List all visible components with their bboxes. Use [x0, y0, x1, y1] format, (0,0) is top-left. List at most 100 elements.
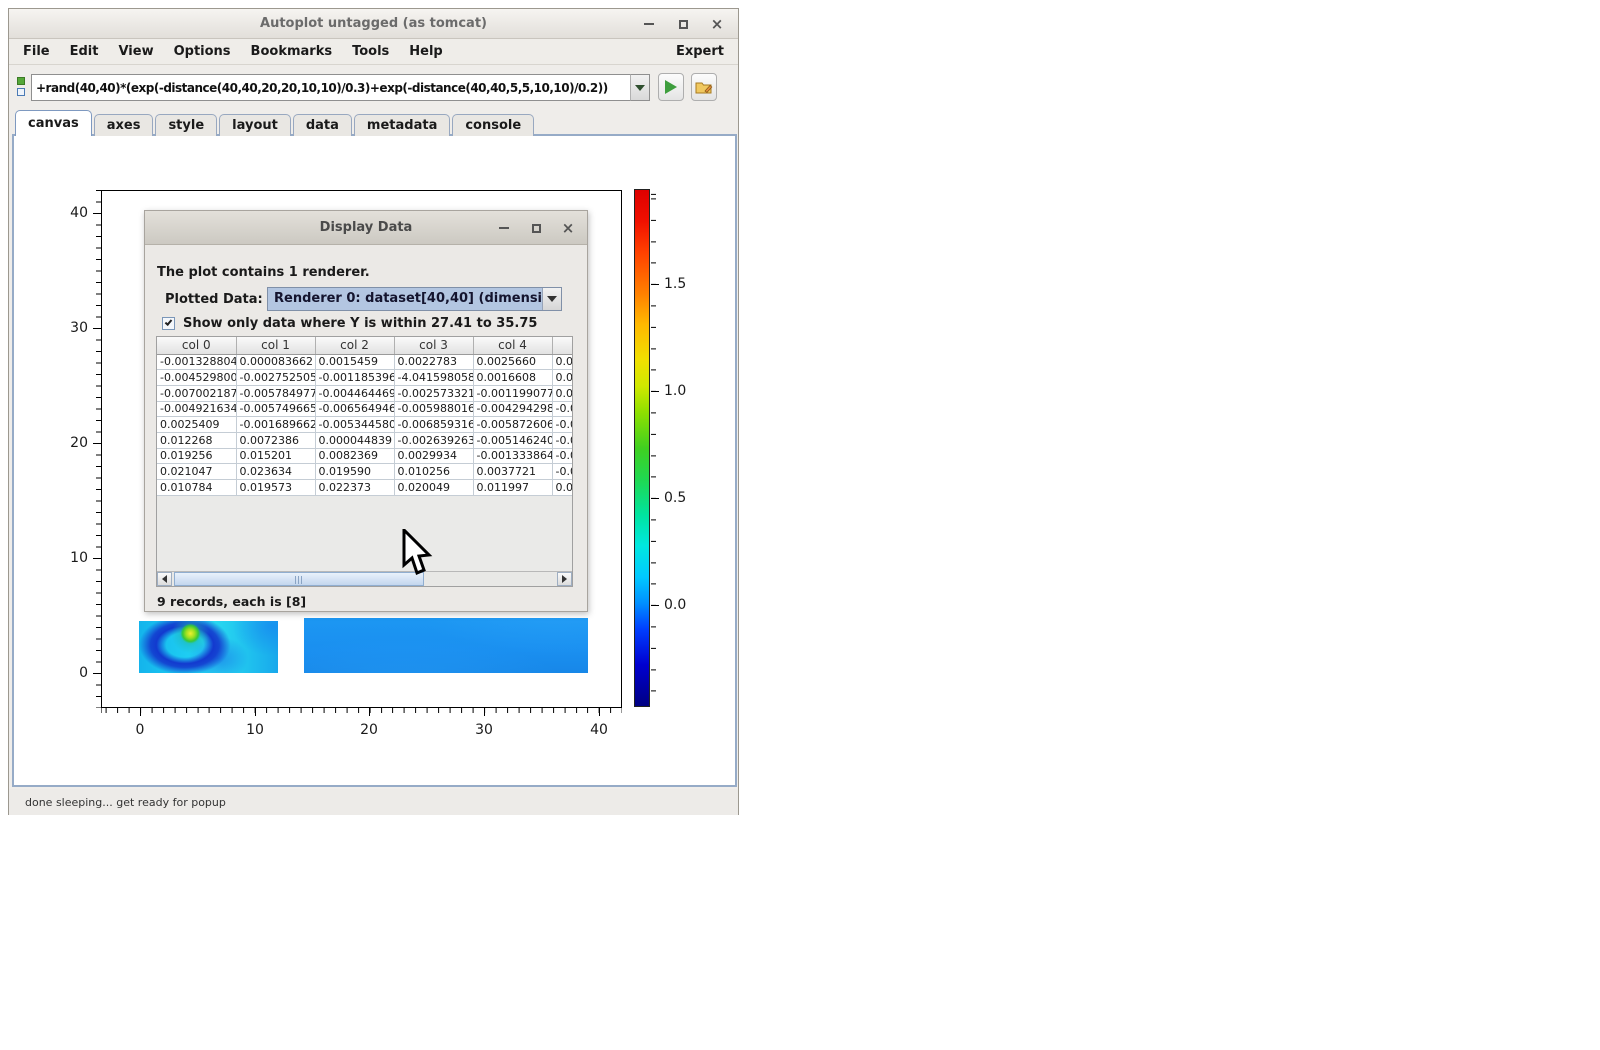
column-header[interactable]	[552, 337, 573, 354]
table-row[interactable]: -0.001328804...0.0000836620.00154590.002…	[157, 354, 573, 370]
table-cell[interactable]: -4.041598058...	[394, 370, 473, 386]
table-cell[interactable]: 0.021047	[157, 464, 236, 480]
minimize-icon[interactable]	[642, 17, 656, 31]
horizontal-scrollbar[interactable]	[157, 571, 572, 586]
table-cell[interactable]: 0.000083662	[236, 354, 315, 370]
menu-item-tools[interactable]: Tools	[342, 44, 399, 59]
dialog-maximize-icon[interactable]	[529, 221, 543, 235]
table-cell[interactable]: -0.005872606...	[473, 417, 552, 433]
uri-input[interactable]: +rand(40,40)*(exp(-distance(40,40,20,20,…	[31, 74, 631, 101]
close-icon[interactable]: ×	[710, 17, 724, 31]
table-cell[interactable]: -0.005988016...	[394, 401, 473, 417]
tab-console[interactable]: console	[452, 114, 534, 136]
table-cell[interactable]: -0.006859316...	[394, 417, 473, 433]
table-cell[interactable]: -0.004464469...	[315, 385, 394, 401]
scrollbar-thumb[interactable]	[174, 572, 424, 586]
table-row[interactable]: -0.004921634...-0.005749665...-0.0065649…	[157, 401, 573, 417]
scrollbar-track[interactable]	[172, 572, 557, 586]
menu-item-options[interactable]: Options	[164, 44, 241, 59]
scroll-left-icon[interactable]	[157, 572, 172, 586]
window-titlebar[interactable]: Autoplot untagged (as tomcat) ×	[9, 9, 738, 39]
table-cell[interactable]: -0.002639263...	[394, 432, 473, 448]
menu-item-view[interactable]: View	[108, 44, 163, 59]
table-cell[interactable]: -0.007002187...	[157, 385, 236, 401]
table-cell[interactable]: 0.00	[552, 385, 573, 401]
table-cell[interactable]: -0.002573321...	[394, 385, 473, 401]
dialog-minimize-icon[interactable]	[497, 221, 511, 235]
dialog-close-icon[interactable]: ×	[561, 221, 575, 235]
table-cell[interactable]: 0.00	[552, 480, 573, 496]
maximize-icon[interactable]	[676, 17, 690, 31]
table-cell[interactable]: 0.0072386	[236, 432, 315, 448]
menu-item-bookmarks[interactable]: Bookmarks	[241, 44, 343, 59]
table-cell[interactable]: -0.005784977...	[236, 385, 315, 401]
plot-layers-icon[interactable]	[16, 75, 28, 99]
table-cell[interactable]: 0.00	[552, 370, 573, 386]
table-cell[interactable]: -0.004529800...	[157, 370, 236, 386]
table-row[interactable]: 0.0192560.0152010.00823690.0029934-0.001…	[157, 448, 573, 464]
tab-data[interactable]: data	[293, 114, 352, 136]
table-cell[interactable]: 0.019256	[157, 448, 236, 464]
table-cell[interactable]: -0.0	[552, 432, 573, 448]
table-cell[interactable]: -0.001689662...	[236, 417, 315, 433]
table-cell[interactable]: 0.019590	[315, 464, 394, 480]
tab-metadata[interactable]: metadata	[354, 114, 450, 136]
table-row[interactable]: 0.0025409-0.001689662...-0.005344580...-…	[157, 417, 573, 433]
table-cell[interactable]: 0.0029934	[394, 448, 473, 464]
table-cell[interactable]: -0.004921634...	[157, 401, 236, 417]
plot-canvas[interactable]: 40 30 20 10 0 0 10 20 30 40 1.5 1.0 0.5 …	[12, 134, 737, 787]
table-cell[interactable]: -0.0	[552, 417, 573, 433]
table-cell[interactable]: -0.001199077...	[473, 385, 552, 401]
table-cell[interactable]: -0.0	[552, 401, 573, 417]
table-cell[interactable]: -0.006564946...	[315, 401, 394, 417]
table-cell[interactable]: -0.0	[552, 448, 573, 464]
table-cell[interactable]: -0.005146240...	[473, 432, 552, 448]
tab-layout[interactable]: layout	[219, 114, 291, 136]
table-cell[interactable]: 0.019573	[236, 480, 315, 496]
table-cell[interactable]: -0.0	[552, 464, 573, 480]
table-cell[interactable]: 0.020049	[394, 480, 473, 496]
menu-item-edit[interactable]: Edit	[60, 44, 109, 59]
table-cell[interactable]: 0.010784	[157, 480, 236, 496]
column-header[interactable]: col 4	[473, 337, 552, 354]
column-header[interactable]: col 0	[157, 337, 236, 354]
table-row[interactable]: 0.0210470.0236340.0195900.0102560.003772…	[157, 464, 573, 480]
table-cell[interactable]: 0.0025409	[157, 417, 236, 433]
table-cell[interactable]: 0.0016608	[473, 370, 552, 386]
table-cell[interactable]: 0.010256	[394, 464, 473, 480]
go-button[interactable]	[658, 73, 684, 101]
combo-dropdown-icon[interactable]	[542, 288, 561, 310]
table-cell[interactable]: -0.001185396...	[315, 370, 394, 386]
uri-dropdown-icon[interactable]	[630, 74, 650, 101]
menu-item-expert[interactable]: Expert	[676, 44, 724, 59]
column-header[interactable]: col 3	[394, 337, 473, 354]
table-cell[interactable]: 0.0082369	[315, 448, 394, 464]
plotted-data-combobox[interactable]: Renderer 0: dataset[40,40] (dimension...	[267, 287, 562, 311]
table-row[interactable]: 0.0107840.0195730.0223730.0200490.011997…	[157, 480, 573, 496]
table-cell[interactable]: 0.00	[552, 354, 573, 370]
table-cell[interactable]: -0.005344580...	[315, 417, 394, 433]
table-row[interactable]: 0.0122680.00723860.000044839-0.002639263…	[157, 432, 573, 448]
table-cell[interactable]: -0.001328804...	[157, 354, 236, 370]
menu-item-file[interactable]: File	[23, 44, 60, 59]
inspect-uri-button[interactable]	[691, 73, 717, 101]
table-cell[interactable]: 0.0025660	[473, 354, 552, 370]
table-cell[interactable]: -0.005749665...	[236, 401, 315, 417]
table-row[interactable]: -0.007002187...-0.005784977...-0.0044644…	[157, 385, 573, 401]
tab-canvas[interactable]: canvas	[15, 110, 92, 136]
dialog-titlebar[interactable]: Display Data ×	[145, 211, 587, 245]
table-cell[interactable]: 0.0015459	[315, 354, 394, 370]
table-cell[interactable]: 0.022373	[315, 480, 394, 496]
table-cell[interactable]: -0.002752505...	[236, 370, 315, 386]
y-filter-checkbox[interactable]	[162, 317, 175, 330]
table-cell[interactable]: -0.001333864...	[473, 448, 552, 464]
table-cell[interactable]: 0.023634	[236, 464, 315, 480]
tab-style[interactable]: style	[155, 114, 217, 136]
column-header[interactable]: col 2	[315, 337, 394, 354]
table-cell[interactable]: 0.000044839	[315, 432, 394, 448]
table-cell[interactable]: 0.0037721	[473, 464, 552, 480]
table-cell[interactable]: 0.012268	[157, 432, 236, 448]
menu-item-help[interactable]: Help	[399, 44, 452, 59]
table-cell[interactable]: 0.015201	[236, 448, 315, 464]
table-cell[interactable]: 0.0022783	[394, 354, 473, 370]
